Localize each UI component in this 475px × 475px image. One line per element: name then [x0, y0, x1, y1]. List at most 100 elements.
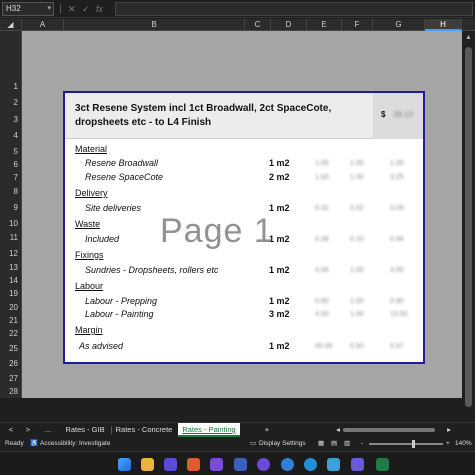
- row-header[interactable]: 26: [0, 359, 21, 368]
- excel-icon[interactable]: [376, 458, 389, 471]
- row-header[interactable]: 1: [0, 82, 21, 91]
- row-header[interactable]: 12: [0, 249, 21, 258]
- row-header[interactable]: 25: [0, 344, 21, 353]
- add-sheet-button[interactable]: +: [262, 423, 272, 437]
- row-header[interactable]: 5: [0, 147, 21, 156]
- section-fixings: Fixings: [75, 250, 104, 260]
- zoom-slider-handle[interactable]: [412, 440, 415, 448]
- item-value: 1.00: [350, 160, 364, 167]
- row-header[interactable]: 3: [0, 115, 21, 124]
- item-label: Sundries - Dropsheets, rollers etc: [85, 265, 219, 275]
- app-icon[interactable]: [210, 458, 223, 471]
- accessibility-icon[interactable]: ♿: [30, 437, 38, 451]
- scroll-up-icon[interactable]: ▲: [465, 34, 472, 41]
- row-header[interactable]: 8: [0, 187, 21, 196]
- function-icon[interactable]: fx: [96, 3, 103, 15]
- zoom-level[interactable]: 140%: [455, 437, 472, 451]
- display-settings-icon[interactable]: ▭: [250, 437, 256, 451]
- display-settings-button[interactable]: Display Settings: [259, 437, 306, 451]
- column-header-h[interactable]: H: [425, 19, 462, 31]
- row-header[interactable]: 2: [0, 98, 21, 107]
- row-header[interactable]: 28: [0, 387, 21, 396]
- app-icon[interactable]: [164, 458, 177, 471]
- page-layout-icon[interactable]: ▤: [331, 437, 337, 451]
- tab-nav-right-icon[interactable]: >: [23, 423, 33, 437]
- item-label: Resene Broadwall: [85, 158, 159, 168]
- accessibility-status[interactable]: Accessibility: Investigate: [40, 437, 110, 451]
- column-header-f[interactable]: F: [342, 19, 373, 31]
- scrollbar-thumb[interactable]: [465, 47, 472, 407]
- select-all-corner[interactable]: ◢: [0, 19, 22, 31]
- row-header[interactable]: 20: [0, 303, 21, 312]
- item-value: 1.05: [315, 160, 329, 167]
- tab-rates-painting[interactable]: Rates - Painting: [178, 423, 240, 437]
- row-header[interactable]: 7: [0, 173, 21, 182]
- edge-icon[interactable]: [304, 458, 317, 471]
- column-header-bar: ◢ A B C D E F G H: [0, 19, 475, 31]
- chevron-down-icon[interactable]: ▾: [47, 3, 51, 15]
- zoom-out-button[interactable]: -: [361, 437, 363, 451]
- name-box[interactable]: H32 ▾: [2, 2, 54, 16]
- item-value: 0.02: [350, 205, 364, 212]
- tab-nav-left-icon[interactable]: <: [6, 423, 16, 437]
- scroll-left-icon[interactable]: ◂: [334, 423, 342, 437]
- section-delivery: Delivery: [75, 188, 108, 198]
- column-header-d[interactable]: D: [271, 19, 307, 31]
- app-icon[interactable]: [351, 458, 364, 471]
- zoom-slider[interactable]: [369, 443, 443, 445]
- item-value: 1.00: [350, 174, 364, 181]
- row-header[interactable]: 27: [0, 374, 21, 383]
- row-header[interactable]: 10: [0, 219, 21, 228]
- app-icon[interactable]: [327, 458, 340, 471]
- normal-view-icon[interactable]: ▦: [318, 437, 324, 451]
- row-header[interactable]: 11: [0, 233, 21, 242]
- browser-icon[interactable]: [281, 458, 294, 471]
- item-value: 4.00: [390, 267, 404, 274]
- item-value: 00.00: [315, 343, 333, 350]
- snipping-tool-icon[interactable]: [234, 458, 247, 471]
- app-icon[interactable]: [257, 458, 270, 471]
- row-header-bar: 1 2 3 4 5 6 7 8 9 10 11 12 13 14 19 20 2…: [0, 31, 22, 398]
- status-ready: Ready: [5, 440, 24, 447]
- item-qty: 1 m2: [269, 341, 290, 351]
- start-icon[interactable]: [118, 458, 131, 471]
- item-value: 3.25: [390, 174, 404, 181]
- tab-rates-concrete[interactable]: Rates - Concrete: [112, 423, 176, 437]
- vertical-scrollbar[interactable]: ▲: [462, 31, 475, 407]
- horizontal-scrollbar-thumb[interactable]: [343, 428, 435, 432]
- page-break-view-icon[interactable]: ▥: [344, 437, 350, 451]
- scroll-right-icon[interactable]: ▸: [445, 423, 453, 437]
- card-title: 3ct Resene System incl 1ct Broadwall, 2c…: [75, 102, 365, 130]
- row-header[interactable]: 19: [0, 289, 21, 298]
- section-material: Material: [75, 144, 108, 154]
- row-header[interactable]: 9: [0, 203, 21, 212]
- item-qty: 2 m2: [269, 172, 290, 182]
- tab-more-button[interactable]: ...: [41, 423, 55, 437]
- row-header[interactable]: 14: [0, 276, 21, 285]
- column-header-c[interactable]: C: [245, 19, 271, 31]
- column-header-a[interactable]: A: [22, 19, 64, 31]
- cancel-icon[interactable]: ✕: [68, 3, 76, 15]
- item-label: Labour - Painting: [85, 309, 154, 319]
- card-title-line: 3ct Resene System incl 1ct Broadwall, 2c…: [75, 103, 332, 114]
- formula-input[interactable]: [115, 2, 473, 16]
- column-header-b[interactable]: B: [64, 19, 245, 31]
- row-header[interactable]: 21: [0, 316, 21, 325]
- status-bar: Ready ♿ Accessibility: Investigate ▭ Dis…: [0, 437, 475, 451]
- column-header-g[interactable]: G: [373, 19, 425, 31]
- row-header[interactable]: 13: [0, 263, 21, 272]
- section-labour: Labour: [75, 281, 104, 291]
- column-header-e[interactable]: E: [307, 19, 342, 31]
- row-header[interactable]: 22: [0, 329, 21, 338]
- formula-bar: H32 ▾ ✕ ✓ fx: [0, 0, 475, 18]
- item-value: 1.05: [390, 160, 404, 167]
- brave-browser-icon[interactable]: [187, 458, 200, 471]
- item-value: 1.00: [350, 311, 364, 318]
- row-header[interactable]: 6: [0, 160, 21, 169]
- item-label: Site deliveries: [85, 203, 142, 213]
- tab-rates-gib[interactable]: Rates - GIB: [60, 423, 110, 437]
- enter-icon[interactable]: ✓: [82, 3, 90, 15]
- row-header[interactable]: 4: [0, 131, 21, 140]
- file-explorer-icon[interactable]: [141, 458, 154, 471]
- zoom-in-button[interactable]: +: [446, 437, 450, 451]
